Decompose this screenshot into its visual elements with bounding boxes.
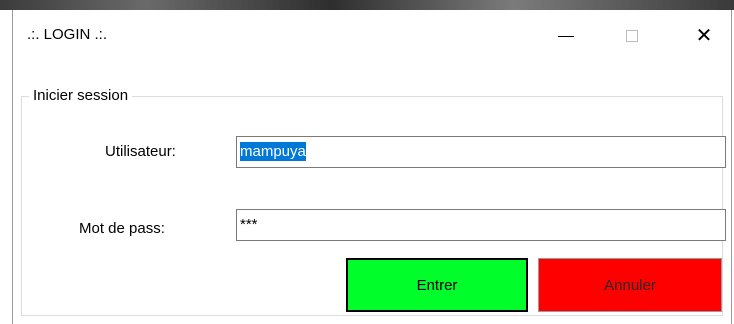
username-value: mampuya bbox=[240, 142, 306, 161]
window-title: .:. LOGIN .:. bbox=[27, 26, 108, 43]
close-icon: ✕ bbox=[695, 25, 713, 47]
username-label: Utilisateur: bbox=[105, 143, 176, 160]
login-window: .:. LOGIN .:. ✕ Inicier session Utilisat… bbox=[12, 10, 732, 324]
title-bar[interactable]: .:. LOGIN .:. ✕ bbox=[13, 10, 731, 62]
maximize-icon bbox=[626, 30, 638, 42]
desktop-background-strip bbox=[0, 0, 734, 10]
maximize-button[interactable] bbox=[609, 10, 655, 62]
client-area: Inicier session Utilisateur: mampuya Mot… bbox=[13, 62, 731, 324]
groupbox-legend: Inicier session bbox=[29, 87, 133, 104]
enter-button[interactable]: Entrer bbox=[346, 258, 528, 312]
close-button[interactable]: ✕ bbox=[681, 10, 727, 62]
cancel-button[interactable]: Annuler bbox=[538, 258, 722, 312]
username-input[interactable]: mampuya bbox=[236, 136, 726, 168]
password-input[interactable]: *** bbox=[236, 209, 726, 241]
password-label: Mot de pass: bbox=[79, 220, 165, 237]
minimize-button[interactable] bbox=[543, 10, 589, 62]
minimize-icon bbox=[558, 35, 574, 37]
password-value: *** bbox=[240, 216, 258, 233]
